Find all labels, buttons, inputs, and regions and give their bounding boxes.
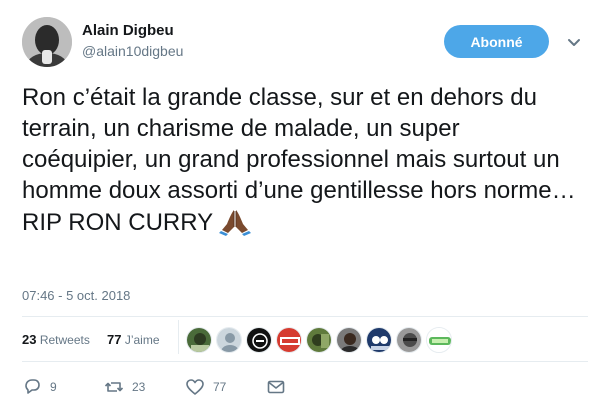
divider xyxy=(22,361,588,362)
dm-button[interactable] xyxy=(266,376,294,398)
like-count: 77 xyxy=(213,380,227,394)
tweet-body: Ron c’était la grande classe, sur et en … xyxy=(22,84,576,236)
retweets-label: Retweets xyxy=(39,333,90,347)
retweets-stat[interactable]: 23 Retweets xyxy=(22,332,90,347)
chevron-down-icon[interactable] xyxy=(566,34,582,50)
liker-avatar[interactable] xyxy=(396,327,422,353)
avatar-image xyxy=(22,17,72,67)
author-avatar[interactable] xyxy=(22,17,72,67)
liker-avatar[interactable] xyxy=(336,327,362,353)
likes-label: J’aime xyxy=(124,333,160,347)
tweet-timestamp[interactable]: 07:46 - 5 oct. 2018 xyxy=(22,288,130,303)
reply-icon xyxy=(25,379,40,394)
heart-icon xyxy=(186,379,204,395)
likes-stat[interactable]: 77 J’aime xyxy=(107,332,160,347)
like-button[interactable]: 77 xyxy=(185,376,226,398)
stats-separator xyxy=(178,320,179,354)
author-name[interactable]: Alain Digbeu xyxy=(82,22,174,39)
tweet-card: Alain Digbeu @alain10digbeu Abonné Ron c… xyxy=(0,0,607,410)
retweets-count: 23 xyxy=(22,332,37,347)
liker-avatar[interactable] xyxy=(246,327,272,353)
liker-avatar[interactable] xyxy=(306,327,332,353)
liker-avatar[interactable] xyxy=(366,327,392,353)
liker-avatar[interactable] xyxy=(216,327,242,353)
liker-avatar[interactable] xyxy=(426,327,452,353)
tweet-text: Ron c’était la grande classe, sur et en … xyxy=(22,82,582,238)
folded-hands-icon xyxy=(219,206,252,236)
retweet-button[interactable]: 23 xyxy=(104,376,145,398)
liker-avatar[interactable] xyxy=(186,327,212,353)
divider xyxy=(22,316,588,317)
retweet-count: 23 xyxy=(132,380,146,394)
envelope-icon xyxy=(267,380,285,394)
author-handle[interactable]: @alain10digbeu xyxy=(82,43,183,59)
follow-button[interactable]: Abonné xyxy=(444,25,549,58)
reply-count: 9 xyxy=(50,380,57,394)
tweet-actions: 9 23 77 xyxy=(22,376,588,398)
likes-count: 77 xyxy=(107,332,122,347)
liker-avatar[interactable] xyxy=(276,327,302,353)
retweet-icon xyxy=(104,382,124,392)
reply-button[interactable]: 9 xyxy=(22,376,57,398)
